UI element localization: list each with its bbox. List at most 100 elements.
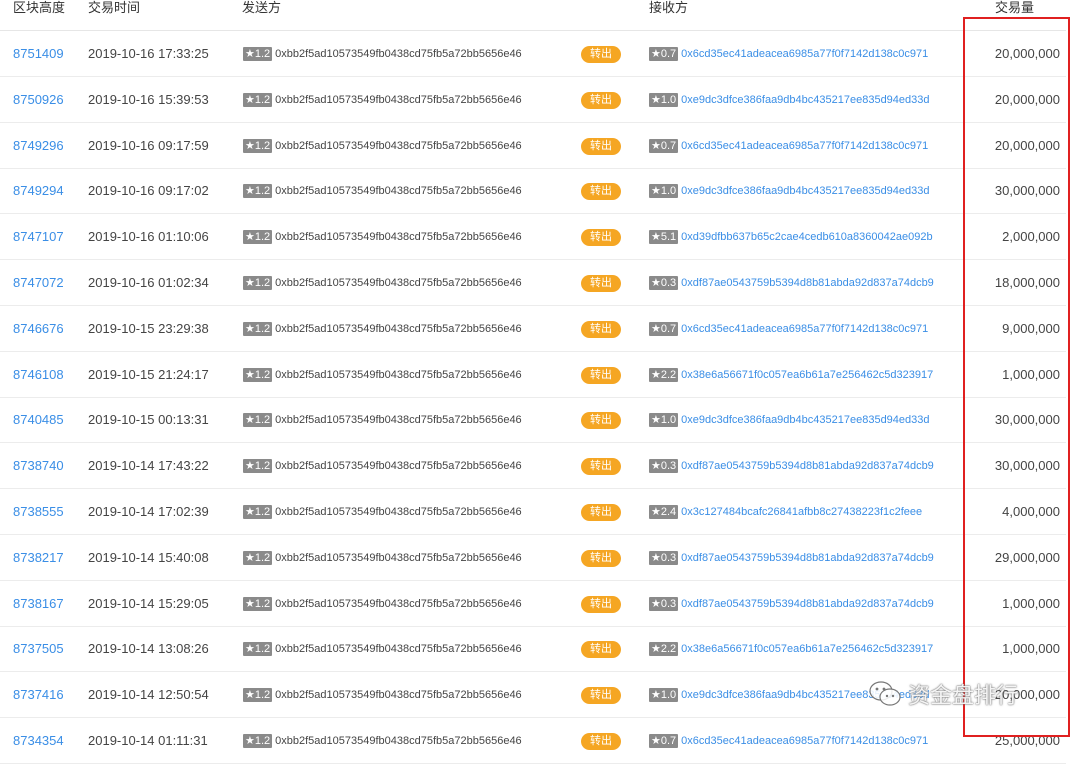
watermark-text: 资金盘排行	[908, 683, 1019, 708]
sender-address: 0xbb2f5ad10573549fb0438cd75fb5a72bb5656e…	[275, 689, 522, 702]
sender-cell: ★1.2 0xbb2f5ad10573549fb0438cd75fb5a72bb5…	[243, 77, 522, 123]
receiver-score-badge: ★0.7	[649, 138, 679, 153]
sender-address: 0xbb2f5ad10573549fb0438cd75fb5a72bb5656e…	[275, 93, 522, 106]
table-row: 8738167 2019-10-14 15:29:05 ★1.2 0xbb2f5a…	[0, 581, 1066, 627]
block-height-link[interactable]: 8734354	[13, 718, 64, 764]
receiver-address-link[interactable]: 0xdf87ae0543759b5394d8b81abda92d837a74dc…	[681, 552, 934, 564]
sender-cell: ★1.2 0xbb2f5ad10573549fb0438cd75fb5a72bb5…	[243, 123, 522, 169]
direction-cell: 转出	[581, 443, 621, 489]
block-height-link[interactable]: 8747107	[13, 214, 64, 260]
block-height-link[interactable]: 8740485	[13, 397, 64, 443]
receiver-address-link[interactable]: 0x38e6a56671f0c057ea6b61a7e256462c5d3239…	[681, 369, 933, 381]
direction-badge: 转出	[581, 595, 621, 613]
receiver-score-badge: ★0.3	[649, 596, 679, 611]
block-height-link[interactable]: 8737505	[13, 626, 64, 672]
sender-cell: ★1.2 0xbb2f5ad10573549fb0438cd75fb5a72bb5…	[243, 581, 522, 627]
block-height-link[interactable]: 8746108	[13, 352, 64, 398]
receiver-address-link[interactable]: 0xe9dc3dfce386faa9db4bc435217ee835d94ed3…	[681, 185, 929, 197]
receiver-score-badge: ★2.2	[649, 367, 679, 382]
sender-score-badge: ★1.2	[243, 92, 273, 107]
block-height-link[interactable]: 8738167	[13, 581, 64, 627]
transaction-amount: 9,000,000	[1002, 320, 1060, 336]
table-header: 区块高度 交易时间 发送方 接收方 交易量	[0, 0, 1080, 24]
receiver-cell: ★0.7 0x6cd35ec41adeacea6985a77f0f7142d138…	[649, 718, 928, 764]
receiver-address-link[interactable]: 0x6cd35ec41adeacea6985a77f0f7142d138c0c9…	[681, 48, 928, 60]
receiver-score-badge: ★0.7	[649, 321, 679, 336]
sender-address: 0xbb2f5ad10573549fb0438cd75fb5a72bb5656e…	[275, 506, 522, 519]
direction-cell: 转出	[581, 306, 621, 352]
block-height-link[interactable]: 8749294	[13, 168, 64, 214]
receiver-address-link[interactable]: 0x6cd35ec41adeacea6985a77f0f7142d138c0c9…	[681, 323, 928, 335]
transaction-time: 2019-10-16 01:02:34	[88, 275, 209, 290]
direction-cell: 转出	[581, 718, 621, 764]
direction-badge: 转出	[581, 458, 621, 476]
receiver-cell: ★2.4 0x3c127484bcafc26841afbb8c27438223f1…	[649, 489, 922, 535]
receiver-address-link[interactable]: 0xe9dc3dfce386faa9db4bc435217ee835d94ed3…	[681, 414, 929, 426]
receiver-address-link[interactable]: 0xdf87ae0543759b5394d8b81abda92d837a74dc…	[681, 460, 934, 472]
sender-score-badge: ★1.2	[243, 459, 273, 474]
sender-score-badge: ★1.2	[243, 138, 273, 153]
receiver-address-link[interactable]: 0x3c127484bcafc26841afbb8c27438223f1c2fe…	[681, 506, 922, 518]
direction-badge: 转出	[581, 137, 621, 155]
block-height-link[interactable]: 8747072	[13, 260, 64, 306]
sender-address: 0xbb2f5ad10573549fb0438cd75fb5a72bb5656e…	[275, 322, 522, 335]
direction-cell: 转出	[581, 214, 621, 260]
sender-cell: ★1.2 0xbb2f5ad10573549fb0438cd75fb5a72bb5…	[243, 31, 522, 77]
wechat-icon	[868, 680, 902, 708]
receiver-address-link[interactable]: 0x38e6a56671f0c057ea6b61a7e256462c5d3239…	[681, 643, 933, 655]
transaction-time: 2019-10-16 09:17:02	[88, 183, 209, 199]
transaction-time: 2019-10-16 15:39:53	[88, 91, 209, 107]
receiver-address-link[interactable]: 0x6cd35ec41adeacea6985a77f0f7142d138c0c9…	[681, 140, 928, 152]
transaction-amount: 29,000,000	[994, 549, 1060, 565]
sender-cell: ★1.2 0xbb2f5ad10573549fb0438cd75fb5a72bb5…	[243, 718, 522, 764]
direction-cell: 转出	[581, 77, 621, 123]
receiver-address-link[interactable]: 0xdf87ae0543759b5394d8b81abda92d837a74dc…	[681, 277, 934, 289]
receiver-address-link[interactable]: 0x6cd35ec41adeacea6985a77f0f7142d138c0c9…	[681, 735, 928, 747]
receiver-score-badge: ★1.0	[649, 688, 679, 703]
receiver-score-badge: ★2.2	[649, 642, 679, 657]
transaction-time: 2019-10-16 09:17:59	[88, 137, 209, 153]
direction-cell: 转出	[581, 352, 621, 398]
direction-badge: 转出	[581, 549, 621, 567]
direction-cell: 转出	[581, 489, 621, 535]
sender-cell: ★1.2 0xbb2f5ad10573549fb0438cd75fb5a72bb5…	[243, 535, 522, 581]
block-height-link[interactable]: 8737416	[13, 672, 64, 718]
block-height-link[interactable]: 8738740	[13, 443, 64, 489]
block-height-link[interactable]: 8738217	[13, 535, 64, 581]
block-height-link[interactable]: 8750926	[13, 77, 64, 123]
direction-cell: 转出	[581, 31, 621, 77]
transaction-time: 2019-10-14 12:50:54	[88, 687, 209, 703]
sender-cell: ★1.2 0xbb2f5ad10573549fb0438cd75fb5a72bb5…	[243, 672, 522, 718]
receiver-score-badge: ★0.3	[649, 550, 679, 565]
receiver-score-badge: ★5.1	[649, 230, 679, 245]
transaction-amount: 30,000,000	[994, 412, 1060, 428]
table-row: 8738217 2019-10-14 15:40:08 ★1.2 0xbb2f5a…	[0, 535, 1066, 581]
block-height-link[interactable]: 8738555	[13, 489, 64, 535]
receiver-address-link[interactable]: 0xd39dfbb637b65c2cae4cedb610a8360042ae09…	[681, 231, 932, 243]
sender-address: 0xbb2f5ad10573549fb0438cd75fb5a72bb5656e…	[275, 597, 522, 610]
receiver-address-link[interactable]: 0xe9dc3dfce386faa9db4bc435217ee835d94ed3…	[681, 94, 929, 106]
direction-badge: 转出	[581, 366, 621, 384]
block-height-link[interactable]: 8751409	[13, 31, 64, 77]
transaction-amount: 20,000,000	[994, 46, 1060, 61]
block-height-link[interactable]: 8746676	[13, 306, 64, 352]
direction-cell: 转出	[581, 260, 621, 306]
sender-score-badge: ★1.2	[243, 321, 273, 336]
table-row: 8746676 2019-10-15 23:29:38 ★1.2 0xbb2f5a…	[0, 306, 1066, 352]
sender-cell: ★1.2 0xbb2f5ad10573549fb0438cd75fb5a72bb5…	[243, 626, 522, 672]
transaction-amount: 4,000,000	[1002, 504, 1060, 519]
table-row: 8746108 2019-10-15 21:24:17 ★1.2 0xbb2f5a…	[0, 352, 1066, 398]
block-height-link[interactable]: 8749296	[13, 123, 64, 169]
transaction-time: 2019-10-15 23:29:38	[88, 320, 209, 336]
transaction-time: 2019-10-14 15:40:08	[88, 549, 209, 565]
sender-address: 0xbb2f5ad10573549fb0438cd75fb5a72bb5656e…	[275, 414, 522, 427]
receiver-cell: ★0.3 0xdf87ae0543759b5394d8b81abda92d837a…	[649, 535, 934, 581]
direction-cell: 转出	[581, 672, 621, 718]
receiver-score-badge: ★0.3	[649, 459, 679, 474]
sender-address: 0xbb2f5ad10573549fb0438cd75fb5a72bb5656e…	[275, 643, 522, 656]
table-row: 8747107 2019-10-16 01:10:06 ★1.2 0xbb2f5a…	[0, 214, 1066, 261]
receiver-address-link[interactable]: 0xdf87ae0543759b5394d8b81abda92d837a74dc…	[681, 598, 934, 610]
sender-address: 0xbb2f5ad10573549fb0438cd75fb5a72bb5656e…	[275, 139, 522, 152]
direction-cell: 转出	[581, 168, 621, 214]
sender-score-badge: ★1.2	[243, 734, 273, 749]
